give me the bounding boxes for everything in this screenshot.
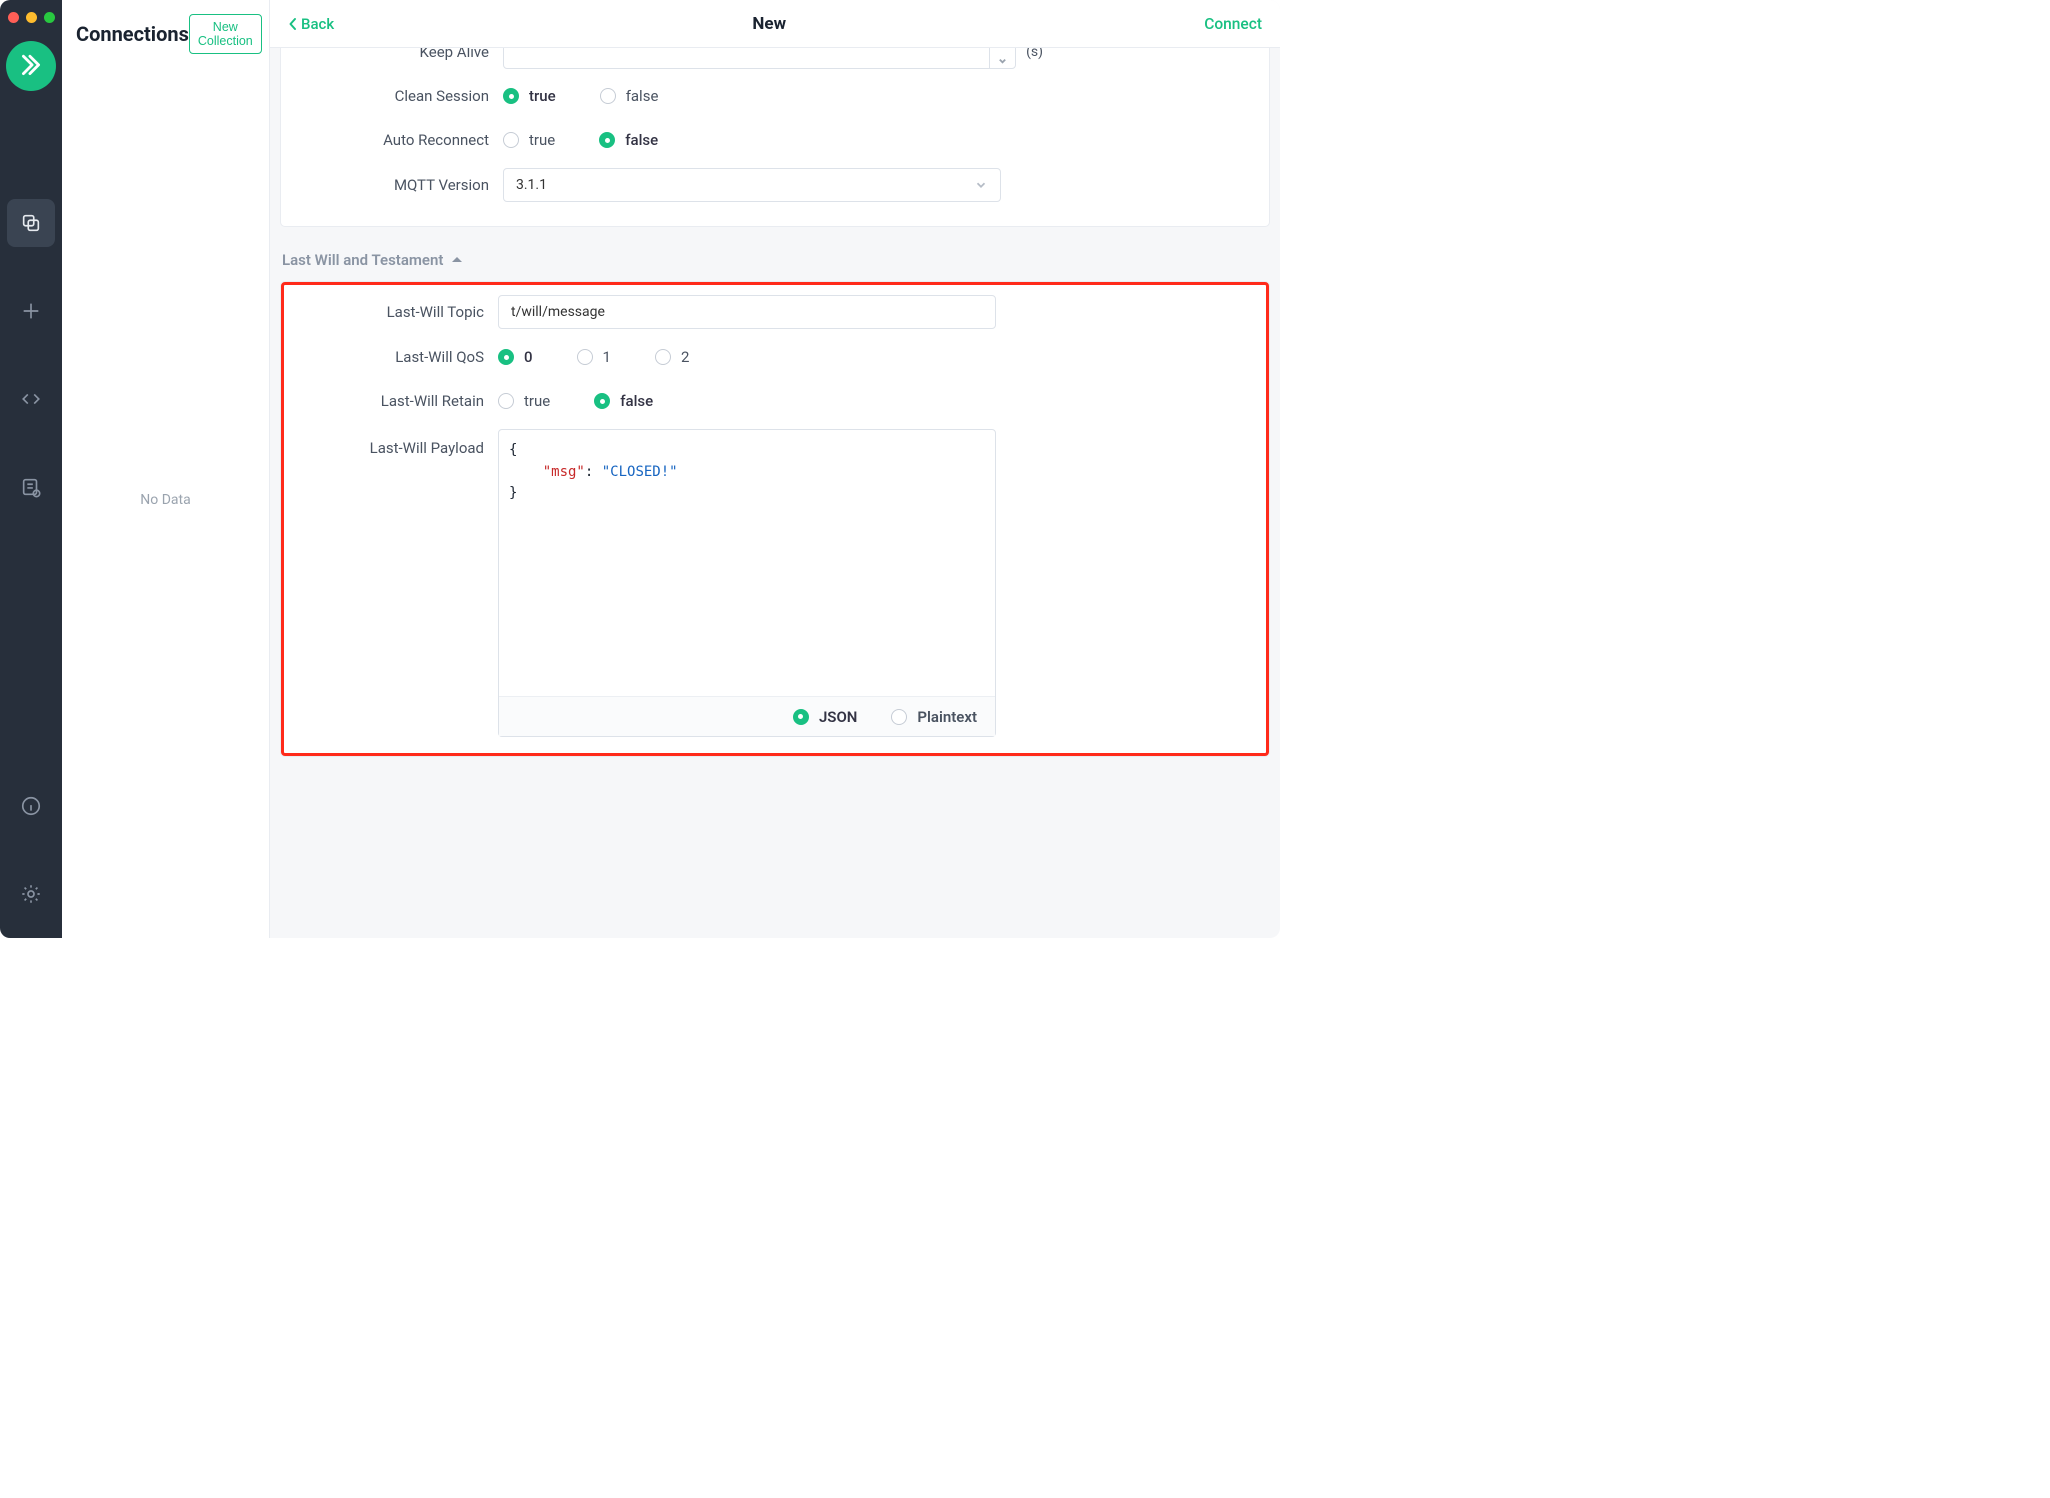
nav-add[interactable] [7,287,55,335]
lwt-retain-radios: true false [498,392,1252,410]
lwt-qos-radios: 0 1 2 [498,348,1252,366]
chevron-left-icon [288,17,298,31]
payload-format-plaintext[interactable]: Plaintext [891,708,977,726]
highlight-frame: Last-Will Topic Last-Will QoS 0 1 2 [281,282,1269,756]
label-auto-reconnect: Auto Reconnect [303,131,503,149]
auto-reconnect-radios: true false [503,131,1247,149]
main-pane: Back New Connect Keep Alive 60 [270,0,1280,938]
code-icon [20,388,42,410]
lwt-qos-2[interactable]: 2 [655,348,689,366]
window-minimize[interactable] [26,12,37,23]
lwt-retain-false[interactable]: false [594,392,653,410]
advanced-card: Keep Alive 60 (s) Clean Session [280,48,1270,227]
nav-about[interactable] [7,782,55,830]
nav-scripts[interactable] [7,375,55,423]
lwt-section-toggle[interactable]: Last Will and Testament [282,251,1268,269]
info-icon [20,795,42,817]
nav-log[interactable] [7,463,55,511]
chevron-down-icon [998,56,1007,65]
mqtt-version-select[interactable]: 3.1.1 [503,168,1001,202]
clean-session-radios: true false [503,87,1247,105]
app-logo [6,41,56,91]
lwt-topic-input[interactable] [498,295,996,329]
payload-format-radios: JSON Plaintext [499,696,995,736]
payload-format-json[interactable]: JSON [793,708,857,726]
label-lwt-payload: Last-Will Payload [298,429,498,457]
keep-alive-input[interactable]: 60 [503,48,1016,69]
keep-alive-unit: (s) [1026,48,1043,60]
caret-up-icon [451,254,463,266]
side-pane: Connections New Collection No Data [62,0,270,938]
page-title: New [752,14,786,34]
back-label: Back [301,15,334,33]
topbar: Back New Connect [270,0,1280,48]
label-keep-alive: Keep Alive [303,48,503,61]
label-clean-session: Clean Session [303,87,503,105]
lwt-payload-box: { "msg": "CLOSED!" } JSON Plaintext [498,429,996,737]
gear-icon [20,883,42,905]
nav-connections[interactable] [7,199,55,247]
nav-rail [0,0,62,938]
window-zoom[interactable] [44,12,55,23]
lwt-qos-0[interactable]: 0 [498,348,533,366]
back-button[interactable]: Back [288,15,334,33]
label-lwt-topic: Last-Will Topic [298,303,498,321]
connect-button[interactable]: Connect [1204,15,1262,33]
lwt-retain-true[interactable]: true [498,392,550,410]
side-title: Connections [76,22,189,46]
new-collection-button[interactable]: New Collection [189,14,262,54]
copy-icon [20,212,42,234]
lwt-payload-editor[interactable]: { "msg": "CLOSED!" } [499,430,995,696]
window-close[interactable] [8,12,19,23]
window-controls [8,8,55,41]
clean-session-false[interactable]: false [600,87,659,105]
form-scroll[interactable]: Keep Alive 60 (s) Clean Session [270,48,1280,938]
stepper[interactable] [989,48,1015,68]
step-down[interactable] [990,52,1015,68]
label-mqtt-version: MQTT Version [303,176,503,194]
chevron-up-icon [998,48,1007,49]
chevron-down-icon [974,178,988,192]
app-window: Connections New Collection No Data Back … [0,0,1280,938]
lwt-card: Last-Will Topic Last-Will QoS 0 1 2 [280,281,1270,757]
nav-settings[interactable] [7,870,55,918]
lwt-qos-1[interactable]: 1 [577,348,611,366]
no-data-label: No Data [62,62,269,938]
log-icon [20,476,42,498]
label-lwt-qos: Last-Will QoS [298,348,498,366]
auto-reconnect-false[interactable]: false [599,131,658,149]
auto-reconnect-true[interactable]: true [503,131,555,149]
plus-icon [20,300,42,322]
clean-session-true[interactable]: true [503,87,556,105]
label-lwt-retain: Last-Will Retain [298,392,498,410]
lwt-section-label: Last Will and Testament [282,251,443,269]
